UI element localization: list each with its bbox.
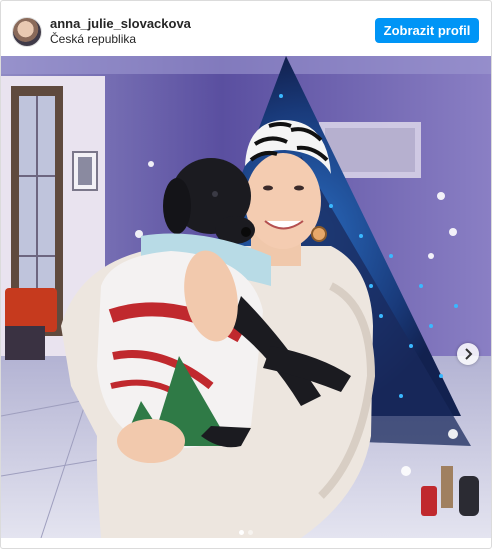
photo-scene [1, 56, 491, 538]
post-photo[interactable] [1, 56, 491, 538]
carousel-indicator [1, 522, 491, 535]
carousel-dot [248, 530, 253, 535]
location-link[interactable]: Česká republika [50, 32, 136, 46]
username-link[interactable]: anna_julie_slovackova [50, 16, 191, 31]
next-slide-button[interactable] [457, 343, 479, 365]
view-profile-button[interactable]: Zobrazit profil [375, 18, 479, 43]
avatar[interactable] [12, 17, 42, 47]
post-card: anna_julie_slovackova Česká republika Zo… [0, 0, 492, 549]
chevron-right-icon [465, 348, 473, 360]
carousel-dot [239, 530, 244, 535]
post-header: anna_julie_slovackova Česká republika Zo… [1, 1, 491, 56]
